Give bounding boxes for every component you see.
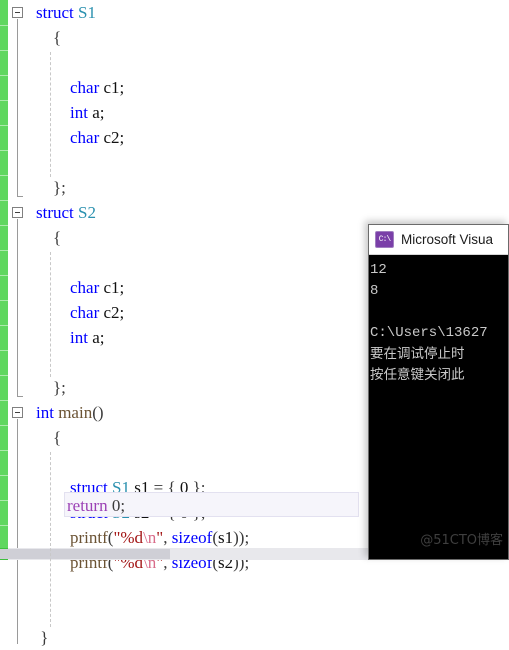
token-pun: { — [53, 28, 62, 47]
fold-region-line — [17, 19, 18, 196]
token-id: s1 — [218, 528, 234, 547]
fold-region-line — [17, 219, 18, 396]
code-line: char c2; — [36, 125, 509, 150]
token-id: a; — [92, 103, 105, 122]
indent-guide — [50, 52, 51, 177]
token-pun: )); — [233, 528, 250, 547]
console-window-title: Microsoft Visua — [401, 232, 494, 247]
token-pun: { — [53, 428, 62, 447]
indent-guide — [50, 452, 51, 627]
horizontal-scrollbar-thumb[interactable] — [0, 549, 170, 559]
console-output[interactable]: 12 8 C:\Users\13627 要在调试停止时 按任意键关闭此 — [369, 256, 508, 559]
token-pun: () — [92, 403, 104, 422]
token-str: "%d — [113, 528, 144, 547]
watermark: @51CTO博客 — [420, 533, 503, 548]
change-indicator-bar — [0, 0, 8, 548]
return-keyword: return — [67, 496, 108, 515]
token-pun: , — [163, 528, 172, 547]
code-line: { — [36, 25, 509, 50]
fold-toggle-icon[interactable] — [12, 7, 23, 18]
token-esc: \n — [143, 528, 157, 547]
fold-region-line — [17, 419, 18, 644]
token-keyword: char — [70, 278, 100, 297]
closing-brace: } — [36, 628, 49, 647]
code-line: } — [36, 625, 509, 650]
console-window-icon: C:\ — [375, 231, 394, 248]
token-id: c1; — [103, 278, 125, 297]
return-statement: return 0; — [65, 493, 125, 518]
console-line: C:\Users\13627 — [370, 325, 488, 341]
token-keyword: int — [70, 328, 88, 347]
return-value: 0; — [107, 496, 126, 515]
console-icon-glyph: C:\ — [378, 234, 391, 244]
indent-guide — [50, 252, 51, 377]
token-keyword: char — [70, 78, 100, 97]
token-keyword: sizeof — [171, 528, 213, 547]
token-id: c1; — [103, 78, 125, 97]
console-line: 按任意键关闭此 — [370, 367, 465, 383]
fold-toggle-icon[interactable] — [12, 207, 23, 218]
code-line: char c1; — [36, 75, 509, 100]
fold-toggle-icon[interactable] — [12, 407, 23, 418]
token-id: c2; — [103, 128, 125, 147]
token-id: a; — [92, 328, 105, 347]
code-line: int a; — [36, 100, 509, 125]
token-keyword: struct — [36, 203, 74, 222]
token-fn: printf — [70, 528, 108, 547]
token-pun: { — [53, 228, 62, 247]
console-window[interactable]: C:\ Microsoft Visua 12 8 C:\Users\13627 要在… — [368, 224, 509, 560]
token-fn: main — [58, 403, 93, 422]
token-keyword: struct — [36, 3, 74, 22]
token-pun: }; — [53, 378, 66, 397]
token-type: S2 — [78, 203, 96, 222]
console-line: 12 — [370, 262, 387, 278]
code-line: }; — [36, 175, 509, 200]
token-keyword: int — [70, 103, 88, 122]
fold-region-foot — [17, 196, 23, 197]
fold-region-foot — [17, 396, 23, 397]
console-titlebar[interactable]: C:\ Microsoft Visua — [369, 225, 508, 255]
code-line: struct S1 — [36, 0, 509, 25]
token-type: S1 — [78, 3, 96, 22]
console-line: 要在调试停止时 — [370, 346, 465, 362]
token-keyword: char — [70, 303, 100, 322]
folding-margin[interactable] — [8, 0, 36, 644]
console-line: 8 — [370, 283, 379, 299]
token-id: c2; — [103, 303, 125, 322]
current-line-highlight: return 0; — [64, 492, 359, 517]
token-pun: }; — [53, 178, 66, 197]
token-keyword: int — [36, 403, 54, 422]
token-keyword: char — [70, 128, 100, 147]
code-line: struct S2 — [36, 200, 509, 225]
